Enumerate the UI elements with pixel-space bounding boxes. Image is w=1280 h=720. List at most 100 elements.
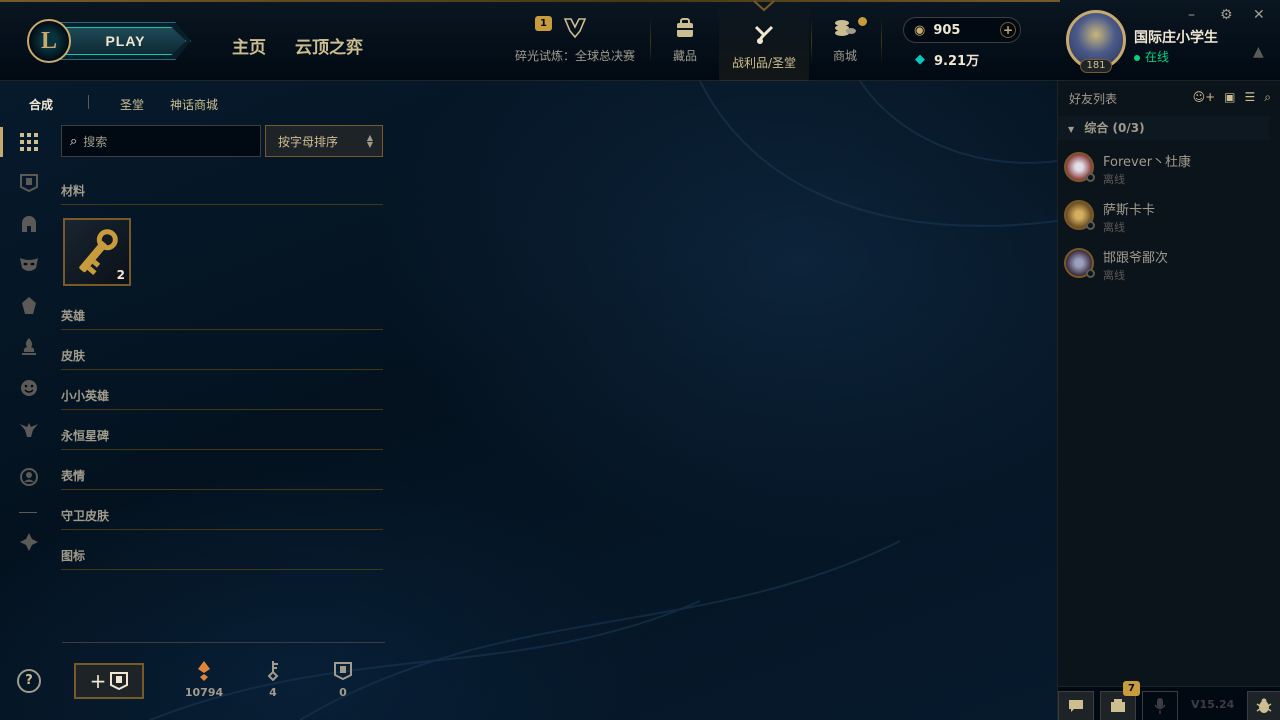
store-notification-dot: [858, 17, 867, 26]
top-gold-line: [0, 0, 1060, 2]
sort-dropdown[interactable]: 按字母排序 ▲ ▼: [265, 125, 383, 157]
rail-divider: [19, 512, 37, 513]
category-little-legends[interactable]: 小小英雄: [61, 387, 383, 410]
hextech-keys: 4: [253, 660, 293, 699]
eternals-flame-icon[interactable]: [17, 335, 41, 359]
friend-row[interactable]: 邯跟爷鄙次 离线: [1064, 245, 1264, 285]
nav-tft[interactable]: 云顶之弈: [295, 33, 363, 58]
bell-icon[interactable]: ▲: [1253, 44, 1264, 60]
close-icon[interactable]: ✕: [1253, 7, 1265, 23]
friends-title: 好友列表: [1069, 92, 1118, 106]
tab-mythic-shop[interactable]: 神话商城: [170, 96, 218, 113]
league-logo[interactable]: L: [27, 19, 71, 63]
rail-active-indicator: [0, 127, 3, 157]
be-amount: 9.21万: [934, 54, 980, 69]
category-skins[interactable]: 皮肤: [61, 347, 383, 370]
tab-divider: [88, 95, 89, 109]
category-emotes[interactable]: 表情: [61, 467, 383, 490]
category-champions[interactable]: 英雄: [61, 307, 383, 330]
loot-filter-rail: [0, 81, 56, 720]
search-input[interactable]: ⌕ 搜索: [61, 125, 261, 157]
sort-label: 按字母排序: [278, 134, 339, 149]
friend-name: 邯跟爷鄙次: [1103, 251, 1169, 266]
orange-essence-icon: [184, 660, 224, 682]
champion-helmet-icon[interactable]: [17, 212, 41, 236]
offline-status-dot: [1086, 269, 1095, 278]
emote-smiley-icon[interactable]: [17, 376, 41, 400]
search-placeholder: 搜索: [83, 134, 108, 149]
client-version: V15.24: [1191, 698, 1235, 711]
disenchant-arrow-icon[interactable]: [17, 530, 41, 554]
rp-amount: 905: [933, 22, 961, 38]
chat-bubble-icon[interactable]: [1058, 691, 1094, 720]
chests-amount: 0: [339, 686, 347, 699]
chest-icon[interactable]: [17, 171, 41, 195]
little-legend-icon[interactable]: [17, 294, 41, 318]
plus-icon: +: [89, 669, 107, 693]
chest-icon: [323, 660, 363, 682]
microphone-icon[interactable]: [1142, 691, 1178, 720]
nav-loot[interactable]: 战利品/圣堂: [719, 0, 809, 81]
bottom-divider: [62, 642, 385, 643]
rp-balance[interactable]: ◉ 905 +: [903, 17, 1021, 43]
friend-group-label: 综合 (0/3): [1084, 121, 1145, 135]
category-icons[interactable]: 图标: [61, 547, 383, 570]
friend-status: 离线: [1103, 221, 1125, 234]
friends-toolbar: ☺+ ▣ ☰ ⌕: [1193, 90, 1271, 105]
nav-separator: [881, 18, 882, 64]
notifications-badge: 7: [1123, 681, 1140, 696]
social-bottom-bar: 7 V15.24: [1058, 681, 1280, 720]
craft-chest-button[interactable]: +: [74, 663, 144, 699]
tab-craft[interactable]: 合成: [29, 96, 53, 113]
profile-name[interactable]: 国际庄小学生: [1134, 27, 1218, 47]
collection-label: 藏品: [672, 49, 697, 63]
summoner-icon-icon[interactable]: [17, 465, 41, 489]
add-friend-icon[interactable]: ☺+: [1193, 90, 1216, 105]
profile-status[interactable]: 在线: [1134, 48, 1169, 65]
worlds-trophy-icon: [562, 15, 588, 41]
skin-mask-icon[interactable]: [17, 253, 41, 277]
loot-hammer-icon: [751, 22, 777, 48]
add-folder-icon[interactable]: ▣: [1224, 90, 1235, 105]
loot-item-key-fragment[interactable]: 2: [63, 218, 131, 286]
keys-amount: 4: [269, 686, 277, 699]
currency-panel: ◉ 905 + ◆ 9.21万: [903, 17, 1021, 69]
play-button-label: PLAY: [105, 33, 146, 49]
list-view-icon[interactable]: ☰: [1245, 90, 1256, 105]
online-dot: [1134, 54, 1140, 61]
nav-separator: [811, 18, 812, 64]
friend-status: 离线: [1103, 173, 1125, 186]
friend-group-header[interactable]: ▼ 综合 (0/3): [1058, 116, 1269, 140]
category-materials[interactable]: 材料: [61, 182, 383, 205]
friend-row[interactable]: 萨斯卡卡 离线: [1064, 197, 1264, 237]
tab-sanctum[interactable]: 圣堂: [120, 96, 144, 113]
offline-status-dot: [1086, 173, 1095, 182]
nav-separator: [650, 18, 651, 64]
minimize-icon[interactable]: –: [1188, 7, 1195, 23]
friends-panel: 好友列表 ☺+ ▣ ☰ ⌕ ▼ 综合 (0/3) Forever丶杜康 离线 萨…: [1057, 81, 1280, 720]
category-ward-skins[interactable]: 守卫皮肤: [61, 507, 383, 530]
orange-essence: 10794: [184, 660, 224, 699]
nav-event[interactable]: 碎光试炼：全球总决赛: [510, 12, 640, 74]
hextech-chests: 0: [323, 660, 363, 699]
buy-rp-plus-icon[interactable]: +: [1000, 22, 1016, 38]
nav-home[interactable]: 主页: [232, 33, 266, 58]
friend-status: 离线: [1103, 269, 1125, 282]
bug-report-icon[interactable]: [1247, 691, 1280, 720]
friend-row[interactable]: Forever丶杜康 离线: [1064, 149, 1264, 189]
ward-skin-icon[interactable]: [17, 417, 41, 441]
search-icon: ⌕: [70, 133, 78, 149]
caret-down-icon: ▼: [1068, 125, 1075, 134]
event-badge: 1: [535, 16, 552, 31]
key-icon: [253, 660, 293, 682]
all-items-grid-icon[interactable]: [17, 130, 41, 154]
chest-icon: [110, 672, 129, 690]
help-icon[interactable]: ?: [17, 669, 41, 693]
loot-label: 战利品/圣堂: [731, 56, 797, 70]
search-icon[interactable]: ⌕: [1264, 90, 1271, 105]
category-eternals[interactable]: 永恒星碑: [61, 427, 383, 450]
nav-collection[interactable]: 藏品: [659, 12, 711, 74]
sort-chevron-icon: ▲ ▼: [366, 133, 373, 149]
settings-gear-icon[interactable]: ⚙: [1220, 7, 1233, 23]
play-button[interactable]: PLAY: [60, 22, 191, 60]
